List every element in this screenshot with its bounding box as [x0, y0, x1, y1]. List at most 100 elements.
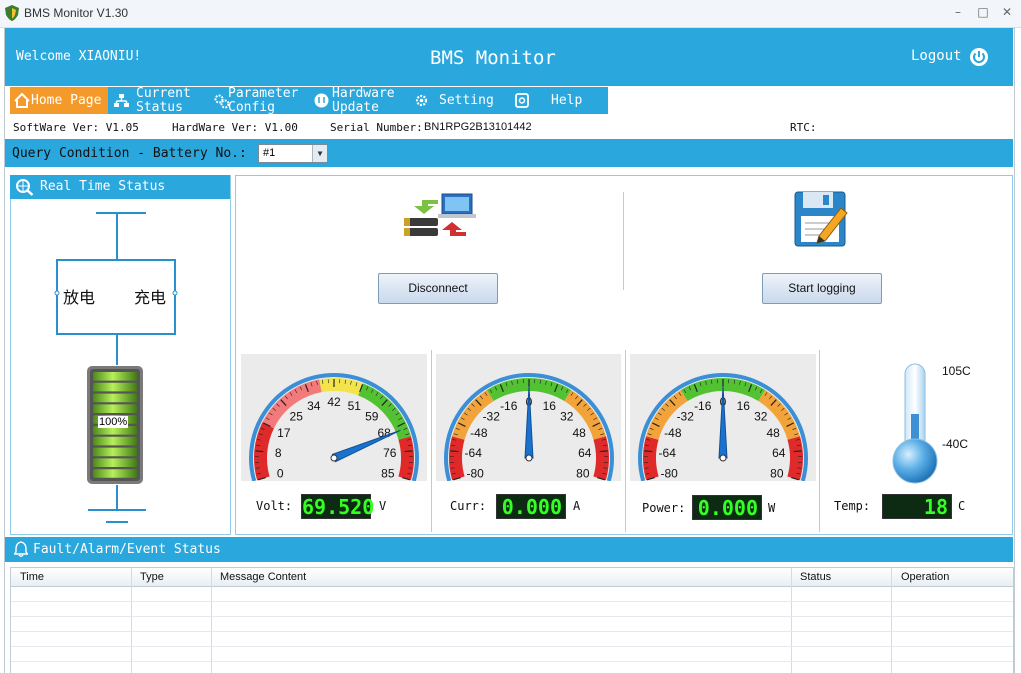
logout-link[interactable]: Logout	[911, 48, 962, 64]
update-icon	[314, 93, 329, 108]
network-icon	[114, 93, 129, 108]
power-gauge-dial: -80-64-48-32-1601632486480	[630, 354, 816, 481]
discharge-label: 放电	[63, 284, 95, 308]
maximize-button[interactable]: □	[975, 5, 991, 19]
battery-cell	[93, 383, 137, 392]
gauge-tick-label: -80	[660, 466, 678, 480]
volt-display: 69.520	[301, 494, 371, 519]
column-divider	[131, 568, 132, 673]
nav-hardware-update[interactable]: Hardware Update	[312, 87, 406, 114]
gauge-zone	[449, 436, 465, 480]
thermometer-icon	[890, 362, 940, 486]
power-icon[interactable]	[969, 47, 989, 67]
fault-title: Fault/Alarm/Event Status	[33, 542, 221, 557]
power-display: 0.000	[692, 495, 762, 520]
gauge-tick	[600, 451, 608, 452]
welcome-text: Welcome XIAONIU!	[16, 49, 141, 64]
gauge-zone	[319, 378, 363, 396]
battery-cell	[93, 404, 137, 413]
gauge-zone	[398, 436, 414, 480]
gauge-tick-label: 80	[770, 466, 784, 480]
nav-current-status[interactable]: Current Status	[111, 87, 207, 114]
current-gauge-dial: -80-64-48-32-1601632486480	[436, 354, 621, 481]
close-button[interactable]: ✕	[999, 5, 1015, 19]
gauge-tick-label: 48	[572, 426, 586, 440]
gauge-tick-label: 32	[754, 410, 768, 424]
battery-no-value: #1	[263, 147, 275, 159]
temp-min-label: -40C	[942, 437, 968, 451]
gauge-tick-label: 85	[381, 466, 395, 480]
table-row	[11, 616, 1013, 617]
gauge-hub	[720, 455, 726, 461]
divider	[431, 350, 432, 532]
gauge-tick-label: 16	[737, 399, 751, 413]
column-header-message[interactable]: Message Content	[220, 571, 306, 583]
power-label: Power:	[642, 501, 685, 515]
gauge-tick-label: 8	[275, 446, 282, 460]
gauge-tick-label: 0	[277, 466, 284, 480]
help-icon	[515, 93, 529, 108]
app-header: Welcome XIAONIU! BMS Monitor Logout	[5, 28, 1013, 86]
connection-icon	[402, 192, 476, 244]
divider	[819, 350, 820, 532]
nav-label-setting: Setting	[439, 93, 494, 108]
battery-cell	[93, 469, 137, 478]
gauge-tick-label: 59	[365, 410, 379, 424]
fault-bar: Fault/Alarm/Event Status	[5, 537, 1013, 562]
gauge-tick-label: -16	[694, 399, 712, 413]
temp-label: Temp:	[834, 499, 870, 513]
voltage-gauge: 08172534425159687685	[241, 354, 427, 481]
gauge-zone	[593, 436, 609, 480]
gauge-hub	[331, 455, 337, 461]
minimize-button[interactable]: –	[950, 5, 966, 19]
nav-home-page[interactable]: Home Page	[10, 87, 108, 114]
gauge-tick-label: 25	[290, 410, 304, 424]
battery-cell	[93, 458, 137, 467]
rtc-label: RTC:	[790, 121, 817, 134]
gauge-tick-label: 17	[277, 426, 291, 440]
battery-indicator: 100%	[86, 365, 144, 485]
disconnect-button[interactable]: Disconnect	[378, 273, 498, 304]
current-gauge: -80-64-48-32-1601632486480	[436, 354, 621, 481]
gauge-tick-label: 64	[772, 446, 786, 460]
column-header-status[interactable]: Status	[800, 571, 831, 583]
battery-no-select[interactable]: #1 ▼	[258, 144, 328, 163]
gauge-tick-label: 48	[766, 426, 780, 440]
battery-cell	[93, 437, 137, 446]
divider	[623, 192, 624, 290]
table-row	[11, 601, 1013, 602]
column-divider	[211, 568, 212, 673]
gauge-tick-label: 51	[348, 399, 362, 413]
column-header-operation[interactable]: Operation	[901, 571, 949, 583]
curr-label: Curr:	[450, 499, 486, 513]
bell-icon	[14, 541, 28, 557]
app-shield-icon	[5, 5, 19, 21]
power-gauge: -80-64-48-32-1601632486480	[630, 354, 816, 481]
gauge-tick	[794, 451, 802, 452]
battery-cell	[93, 448, 137, 457]
nav-label-home: Home Page	[31, 93, 101, 108]
nav-help[interactable]: Help	[510, 87, 606, 114]
temp-unit: C	[958, 499, 965, 513]
chevron-down-icon[interactable]: ▼	[312, 145, 327, 162]
realtime-header: Real Time Status	[10, 175, 230, 199]
nav-parameter-config[interactable]: Parameter Config	[212, 87, 308, 114]
gauge-tick	[450, 451, 458, 452]
gauge-tick-label: 76	[383, 446, 397, 460]
query-label: Query Condition - Battery No.:	[12, 146, 247, 161]
table-row	[11, 631, 1013, 632]
gauge-tick-label: -16	[500, 399, 518, 413]
gauge-tick-label: 34	[307, 399, 321, 413]
gauge-tick-label: -64	[659, 446, 677, 460]
nav-label-parameter-config: Parameter Config	[228, 87, 298, 115]
gauge-tick-label: -48	[470, 426, 488, 440]
column-header-type[interactable]: Type	[140, 571, 164, 583]
gauge-tick-label: -48	[664, 426, 682, 440]
nav-setting[interactable]: Setting	[412, 87, 504, 114]
window-titlebar: BMS Monitor V1.30 – □ ✕	[0, 0, 1021, 28]
start-logging-button[interactable]: Start logging	[762, 273, 882, 304]
gauge-zone	[643, 436, 659, 480]
settings-icon	[414, 93, 429, 108]
column-header-time[interactable]: Time	[20, 571, 44, 583]
gauge-tick-label: -80	[466, 466, 484, 480]
